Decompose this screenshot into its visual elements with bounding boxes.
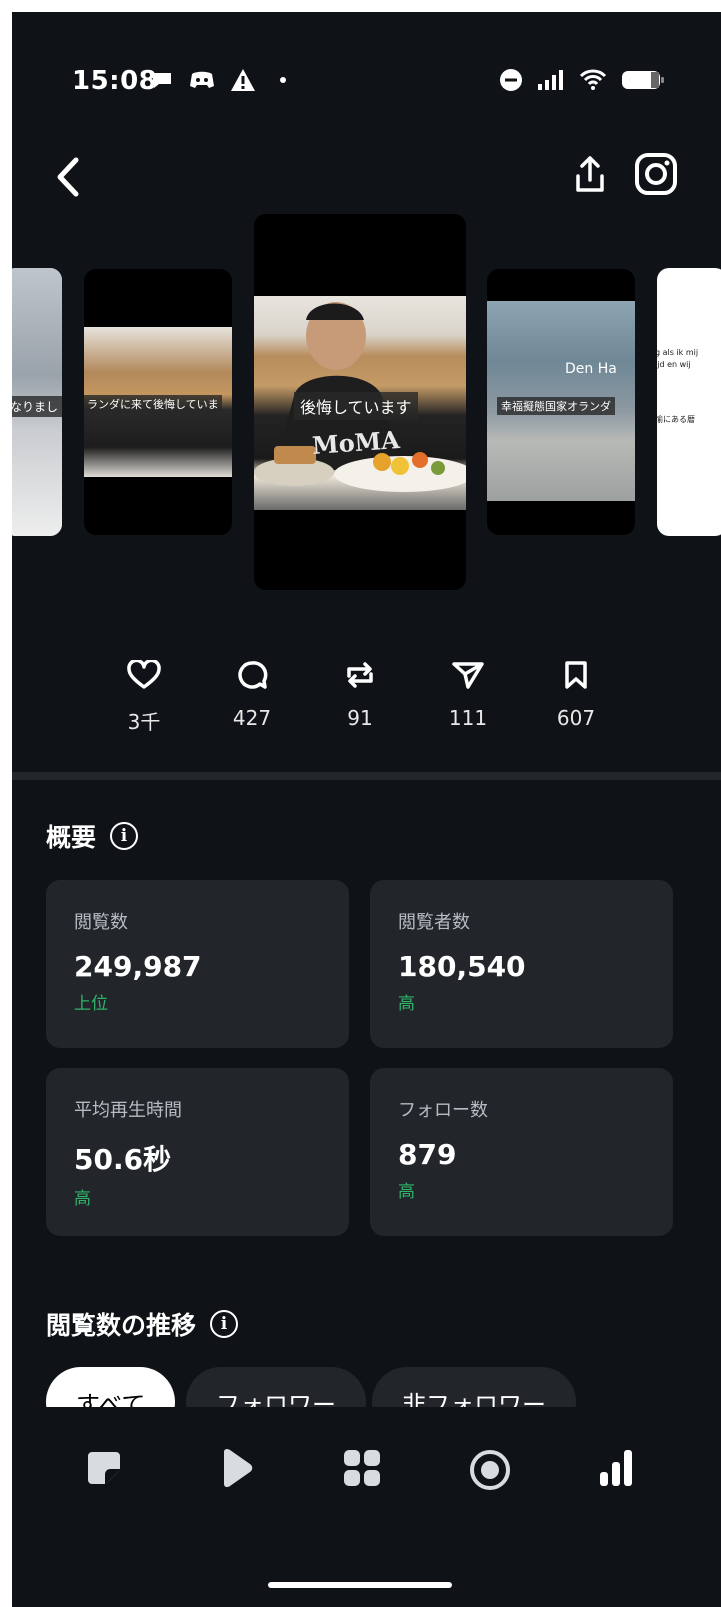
chat-bubble-icon <box>153 73 171 88</box>
status-time: 15:08 <box>72 66 158 96</box>
like-action[interactable]: 3千 <box>104 660 184 735</box>
wifi-icon <box>579 69 607 90</box>
heart-icon <box>127 660 161 689</box>
stat-label: 閲覧数 <box>74 912 128 933</box>
home-indicator[interactable] <box>268 1582 452 1588</box>
status-bar: 15:08 <box>12 62 721 102</box>
bookmark-icon <box>565 661 587 689</box>
share-button[interactable] <box>570 150 610 200</box>
stat-rank: 高 <box>398 1182 415 1202</box>
stat-value: 50.6秒 <box>74 1143 172 1176</box>
stat-label: 平均再生時間 <box>74 1100 182 1121</box>
info-icon[interactable]: i <box>110 822 139 850</box>
overview-heading: 概要 i <box>46 818 139 854</box>
dot-icon <box>280 77 286 83</box>
stat-card-viewers: 閲覧者数 180,540 高 <box>370 880 673 1048</box>
status-right-icons <box>499 68 665 92</box>
save-count: 607 <box>556 706 596 730</box>
like-count: 3千 <box>127 710 161 734</box>
repost-action[interactable]: 91 <box>320 660 400 730</box>
repost-icon <box>347 662 373 688</box>
reels-icon[interactable] <box>216 1448 256 1488</box>
stat-card-follows: フォロー数 879 高 <box>370 1068 673 1236</box>
slide-subtitle: 幸福擬態国家オランダ <box>497 397 615 415</box>
discord-icon <box>190 71 214 88</box>
stat-label: 閲覧者数 <box>398 912 470 933</box>
posts-icon[interactable] <box>84 1448 124 1488</box>
action-row: 3千 427 91 111 607 <box>12 660 721 760</box>
comment-action[interactable]: 427 <box>212 660 292 730</box>
slide-subtitle: なりまし <box>12 396 62 417</box>
station-sign: Den Ha <box>565 361 617 377</box>
carousel-slide-3-selected[interactable]: MoMA 後悔しています <box>254 214 466 590</box>
trend-title: 閲覧数の推移 <box>46 1311 197 1340</box>
filter-chips: すべて フォロワー 非フォロワー <box>46 1367 721 1407</box>
overview-title: 概要 <box>46 823 97 852</box>
stat-rank: 上位 <box>74 994 108 1014</box>
chip-non-followers[interactable]: 非フォロワー <box>372 1367 576 1407</box>
signal-icon <box>538 70 563 90</box>
slide-text-3: 愉にある暦 <box>657 415 695 424</box>
grid-icon[interactable] <box>342 1448 382 1488</box>
stat-rank: 高 <box>74 1189 91 1209</box>
comment-icon <box>238 661 268 689</box>
battery-icon <box>622 71 664 89</box>
stat-card-views: 閲覧数 249,987 上位 <box>46 880 349 1048</box>
chip-all[interactable]: すべて <box>46 1367 176 1407</box>
slide-subtitle: ランダに来て後悔していま <box>84 395 222 413</box>
shirt-text: MoMA <box>311 424 401 461</box>
stat-card-avg-watch-time: 平均再生時間 50.6秒 高 <box>46 1068 349 1236</box>
carousel-slide-5[interactable]: g als ik mij ijd en wij 愉にある暦 <box>657 268 721 536</box>
stat-value: 249,987 <box>74 950 202 983</box>
save-action[interactable]: 607 <box>536 660 616 730</box>
instagram-icon <box>635 153 677 195</box>
screen: 15:08 なりまし ランダに来て後悔していま MoMA 後悔しています Den… <box>12 12 721 1607</box>
dnd-icon <box>500 69 522 91</box>
stat-rank: 高 <box>398 994 415 1014</box>
repost-count: 91 <box>347 706 373 730</box>
bottom-nav <box>12 1412 721 1607</box>
stat-value: 180,540 <box>398 950 526 983</box>
back-button[interactable] <box>48 152 88 202</box>
status-left-icons <box>150 68 286 92</box>
send-count: 111 <box>448 706 488 730</box>
carousel-slide-4[interactable]: Den Ha 幸福擬態国家オランダ <box>487 269 635 535</box>
chip-followers[interactable]: フォロワー <box>186 1367 366 1407</box>
section-divider <box>12 772 721 780</box>
send-icon <box>452 662 484 689</box>
share-icon <box>576 156 604 192</box>
send-action[interactable]: 111 <box>428 660 508 730</box>
info-icon[interactable]: i <box>210 1310 239 1338</box>
comment-count: 427 <box>232 706 272 730</box>
slide-text-1: g als ik mij <box>657 348 699 357</box>
warning-icon <box>231 69 255 91</box>
trend-heading: 閲覧数の推移 i <box>46 1306 239 1342</box>
slide-subtitle: 後悔しています <box>294 392 418 420</box>
stat-label: フォロー数 <box>398 1100 488 1121</box>
live-icon[interactable] <box>468 1448 512 1492</box>
slide-text-2: ijd en wij <box>657 360 691 369</box>
instagram-button[interactable] <box>632 150 680 198</box>
insights-icon[interactable] <box>596 1448 636 1488</box>
carousel-slide-2[interactable]: ランダに来て後悔していま <box>84 269 232 535</box>
back-icon <box>57 157 79 197</box>
stat-value: 879 <box>398 1138 457 1171</box>
carousel-slide-1[interactable]: なりまし <box>12 268 62 536</box>
